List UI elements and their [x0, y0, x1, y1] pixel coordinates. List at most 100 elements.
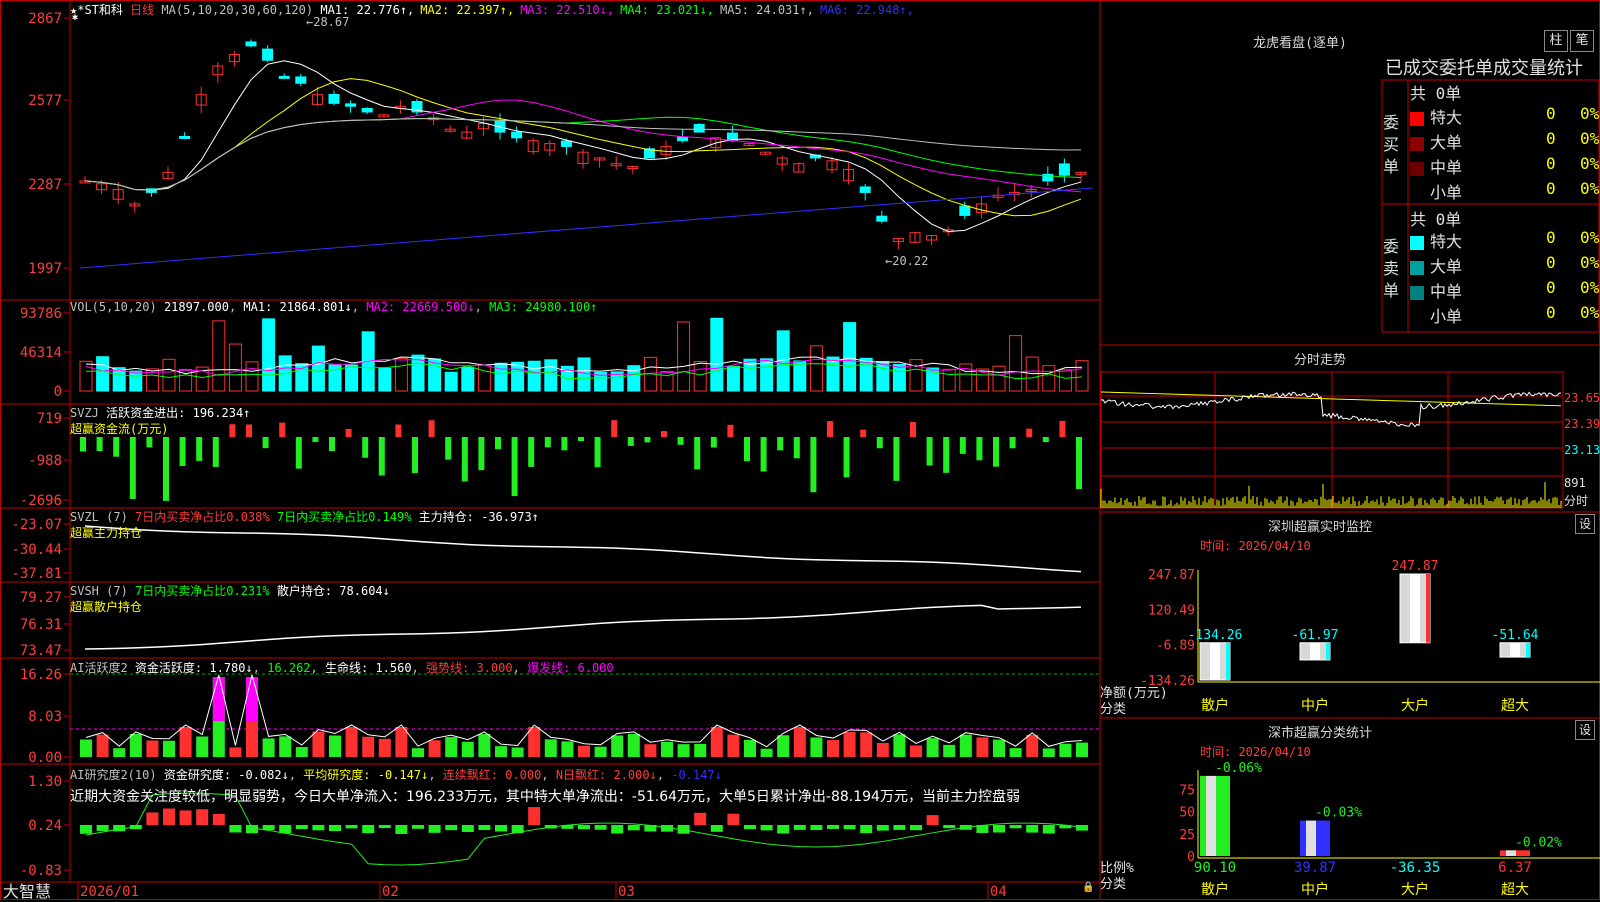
- date-label-0: 2026/01: [80, 884, 139, 900]
- activity-bar: [1042, 748, 1055, 757]
- flow-bar-neg: [1042, 437, 1049, 443]
- sub-axis-5-0: 1.30: [28, 774, 62, 790]
- candle: [876, 215, 888, 222]
- svzl-header: SVZL (7) 7日内买卖净占比0.038% 7日内买卖净占比0.149% 主…: [70, 508, 539, 525]
- intraday-axis-high: 23.65: [1564, 391, 1600, 405]
- flow-bar-neg: [412, 437, 418, 474]
- activity-bar: [694, 743, 707, 757]
- activity-bar: [876, 743, 889, 757]
- activity-bar: [495, 746, 507, 757]
- volume-bar: [577, 357, 591, 392]
- volume-bar: [892, 363, 906, 392]
- activity-bar: [146, 740, 159, 757]
- ai1-header: AI活跃度2 资金活跃度: 1.780↓, 16.262, 生命线: 1.560…: [70, 661, 614, 675]
- monitor-bar-shine-2: [1410, 574, 1420, 643]
- flow-bar-pos: [727, 424, 734, 437]
- activity-bar: [262, 738, 275, 757]
- candle: [693, 123, 705, 133]
- ma-label: MA(5,10,20,30,60,120): [161, 3, 314, 17]
- ma-value-3: MA3: 22.510↓,: [520, 3, 615, 17]
- ma-value-2: MA2: 22.397↑,: [420, 3, 515, 17]
- monitor-bar-edge-2: [1426, 574, 1430, 643]
- intraday-price-line: [1100, 391, 1562, 428]
- tick-mode-button[interactable]: 笔: [1570, 30, 1594, 52]
- flow-bar-neg: [644, 437, 651, 443]
- research-bar: [627, 825, 640, 831]
- activity-bar: [1059, 743, 1072, 757]
- monitor-bar-edge-3: [1526, 642, 1530, 658]
- row-pct: 0%: [1580, 154, 1600, 173]
- buy-row-1: 大单 0 0%: [1410, 129, 1599, 153]
- row-count: 0: [1546, 179, 1556, 198]
- research-bar: [80, 825, 92, 834]
- intraday-vol-unit: 分时: [1564, 494, 1589, 508]
- volume-bar: [826, 356, 840, 392]
- row-name: 特大: [1430, 108, 1463, 127]
- row-pct: 0%: [1580, 303, 1600, 322]
- monitor-xlabel: 分类: [1100, 702, 1127, 717]
- kline-header: ★*ST和科 日线 MA(5,10,20,30,60,120) MA1: 22.…: [70, 1, 920, 18]
- color-square-icon: [1410, 285, 1424, 300]
- row-name: 特大: [1430, 232, 1463, 251]
- svzl-line: [84, 525, 1082, 573]
- volume-bar: [843, 322, 857, 392]
- research-bar: [777, 825, 790, 834]
- period-label[interactable]: 日线: [130, 3, 154, 17]
- flow-bar-pos: [246, 424, 252, 437]
- ai1-t5: 爆发线: 6.000: [527, 661, 614, 675]
- low-mark: ←20.22: [885, 254, 929, 268]
- flow-bar-neg: [511, 437, 518, 497]
- row-count: 0: [1546, 278, 1556, 297]
- research-bar: [810, 825, 823, 831]
- stats-title: 深市超赢分类统计: [1267, 726, 1372, 741]
- flow-bar-neg: [528, 437, 535, 467]
- lock-icon[interactable]: 🔒: [1082, 882, 1094, 893]
- chart-grid: 2867 2577 2287 1997 93786 46314 0 719 -988 -2696 -…: [0, 0, 1600, 900]
- flow-bar-neg: [312, 437, 319, 442]
- vol-ma2: MA2: 22669.500↓: [366, 300, 475, 314]
- bar-mode-button[interactable]: 柱: [1544, 30, 1568, 52]
- volume-bar: [228, 343, 242, 392]
- volume-bar: [129, 370, 143, 392]
- sub-axis-5-2: -0.83: [20, 863, 62, 879]
- main-axis-2: 2287: [28, 177, 62, 193]
- activity-bar: [96, 734, 109, 757]
- monitor-cat-2: 大户: [1401, 697, 1429, 714]
- ma-value-4: MA4: 23.021↓,: [620, 3, 715, 17]
- activity-bar: [1026, 734, 1039, 757]
- date-label-2: 03: [618, 884, 635, 900]
- activity-line: [85, 674, 1083, 748]
- stats-settings-button[interactable]: 设: [1575, 720, 1595, 740]
- flow-bar-neg: [760, 437, 767, 472]
- flow-bar-neg: [578, 437, 584, 442]
- monitor-settings-button[interactable]: 设: [1575, 514, 1595, 534]
- research-bar: [611, 825, 624, 834]
- sub-axis-1-1: -988: [28, 453, 62, 469]
- stats-bar-shine-0: [1206, 775, 1216, 856]
- research-bar: [163, 808, 175, 825]
- candle: [677, 136, 689, 142]
- stats-cat-0: 散户: [1201, 881, 1229, 898]
- ma-line-1: [84, 60, 1082, 233]
- candle: [245, 41, 257, 47]
- monitor-bar-edge-1: [1326, 642, 1330, 660]
- activity-bar: [959, 734, 972, 757]
- activity-bar: [544, 739, 557, 757]
- svsh-label: SVSH (7): [70, 584, 128, 598]
- sub-axis-1-2: -2696: [20, 493, 62, 509]
- activity-bar: [827, 740, 839, 757]
- flow-bar-neg: [1009, 437, 1016, 449]
- sub-axis-0-2: 0: [54, 384, 62, 400]
- flow-bar-neg: [362, 437, 369, 458]
- brand-logo[interactable]: 大智慧: [3, 878, 51, 902]
- vol-ma3: MA3: 24980.100↑: [489, 300, 598, 314]
- activity-bar: [1076, 742, 1088, 757]
- activity-bar: [345, 727, 358, 757]
- svsh-t1: 7日内买卖净占比0.231%: [135, 584, 270, 598]
- research-bar: [1026, 825, 1039, 833]
- stats-bar-shine-3: [1506, 850, 1516, 856]
- research-bar: [412, 825, 424, 829]
- row-name: 大单: [1430, 133, 1463, 152]
- volume-bar: [245, 361, 259, 392]
- candle: [1058, 163, 1070, 176]
